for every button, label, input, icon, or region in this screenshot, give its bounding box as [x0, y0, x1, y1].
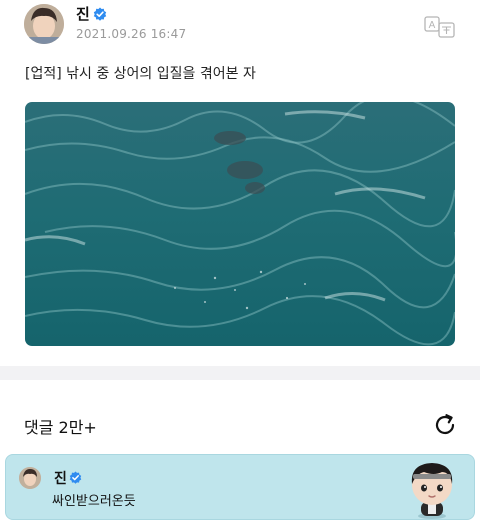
verified-badge-icon	[93, 7, 107, 21]
verified-badge-icon	[69, 471, 82, 484]
post-video[interactable]	[25, 102, 455, 346]
translate-icon[interactable]: A	[424, 16, 456, 38]
svg-text:A: A	[429, 20, 436, 31]
comment-author-avatar[interactable]	[19, 467, 41, 489]
section-divider	[0, 366, 480, 380]
post-card: 진 2021.09.26 16:47 A [업적] 낚시 중 상어의 입질을 겪…	[0, 0, 480, 366]
comments-header: 댓글 2만+	[0, 380, 480, 448]
featured-comment[interactable]: 진 싸인받으러온듯	[5, 454, 475, 520]
author-name[interactable]: 진	[76, 3, 90, 24]
author-avatar[interactable]	[24, 4, 64, 44]
comments-count[interactable]: 댓글 2만+	[24, 414, 97, 438]
character-sticker-icon	[411, 463, 453, 519]
comment-text: 싸인받으러온듯	[52, 494, 136, 509]
post-text: [업적] 낚시 중 상어의 입질을 겪어본 자	[25, 66, 256, 82]
post-timestamp: 2021.09.26 16:47	[76, 27, 187, 41]
refresh-icon[interactable]	[432, 412, 458, 438]
comment-author-name[interactable]: 진	[54, 468, 67, 488]
